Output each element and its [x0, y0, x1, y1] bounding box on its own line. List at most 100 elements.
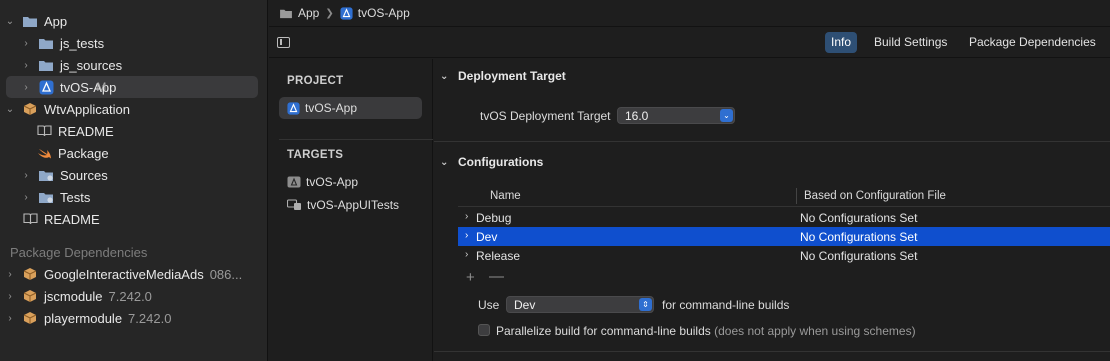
table-row[interactable]: › Debug No Configurations Set	[458, 208, 1110, 227]
tab-package-dependencies[interactable]: Package Dependencies	[963, 32, 1102, 53]
dependency-playermodule[interactable]: › playermodule 7.242.0	[0, 307, 268, 329]
chevron-right-icon[interactable]: ›	[465, 211, 468, 222]
parallelize-text: Parallelize build for command-line build…	[496, 324, 711, 338]
nav-item-readme-root[interactable]: README	[0, 208, 268, 230]
nav-item-tests[interactable]: › Tests	[0, 186, 268, 208]
folder-icon	[38, 36, 54, 50]
tv-app-icon	[287, 176, 301, 188]
target-label: tvOS-AppUITests	[307, 198, 400, 212]
table-row[interactable]: › Dev No Configurations Set	[458, 227, 1110, 246]
dependency-label: jscmodule	[44, 288, 103, 304]
chevron-down-icon[interactable]: ⌄	[440, 157, 448, 168]
nav-item-label: Package	[58, 145, 109, 161]
chevron-right-icon[interactable]: ›	[20, 82, 32, 93]
nav-item-label: README	[58, 123, 114, 139]
sidebar-toggle-icon[interactable]	[277, 37, 290, 48]
chevron-right-icon: ❯	[325, 7, 334, 19]
use-label: Use	[478, 298, 500, 312]
table-row[interactable]: › Release No Configurations Set	[458, 246, 1110, 265]
column-header-file[interactable]: Based on Configuration File	[804, 190, 946, 202]
remove-configuration-button[interactable]: —	[489, 268, 504, 285]
chevron-right-icon[interactable]: ›	[4, 291, 16, 302]
pane-divider	[279, 139, 433, 140]
nav-item-label: WtvApplication	[44, 101, 130, 117]
package-dependencies-header: Package Dependencies	[10, 245, 148, 260]
nav-item-js-tests[interactable]: › js_tests	[0, 32, 268, 54]
section-title: Deployment Target	[458, 69, 566, 83]
chevron-right-icon[interactable]: ›	[20, 192, 32, 203]
add-configuration-button[interactable]: +	[466, 269, 475, 286]
project-item[interactable]: tvOS-App	[279, 97, 422, 119]
chevron-down-icon: ⌄	[720, 109, 733, 122]
nav-item-js-sources[interactable]: › js_sources	[0, 54, 268, 76]
chevron-down-icon[interactable]: ⌄	[440, 71, 448, 82]
target-label: tvOS-App	[306, 175, 359, 189]
column-header-name[interactable]: Name	[490, 190, 521, 202]
breadcrumb: App ❯ tvOS-App	[269, 0, 1110, 27]
nav-item-sources[interactable]: › Sources	[0, 164, 268, 186]
app-target-icon	[340, 6, 353, 20]
project-header: PROJECT	[287, 75, 344, 87]
chevron-right-icon[interactable]: ›	[4, 313, 16, 324]
book-icon	[36, 124, 52, 138]
chevron-right-icon[interactable]: ›	[20, 170, 32, 181]
configurations-section[interactable]: ⌄ Configurations	[440, 155, 544, 169]
dependency-jscmodule[interactable]: › jscmodule 7.242.0	[0, 285, 268, 307]
target-tvos-appuitests[interactable]: tvOS-AppUITests	[279, 194, 422, 216]
package-icon	[22, 102, 38, 116]
config-name: Release	[476, 249, 521, 263]
chevron-right-icon[interactable]: ›	[20, 38, 32, 49]
chevron-down-icon[interactable]: ⌄	[4, 16, 16, 27]
editor-tab-bar: Info Build Settings Package Dependencies	[269, 28, 1110, 58]
nav-item-label: Tests	[60, 189, 91, 205]
nav-item-label: tvOS-App	[60, 79, 117, 95]
tab-build-settings[interactable]: Build Settings	[868, 32, 953, 53]
modified-badge: M	[96, 80, 107, 94]
deployment-target-popup[interactable]: 16.0 ⌄	[617, 107, 735, 124]
command-line-config-popup[interactable]: Dev ⇕	[506, 296, 654, 313]
nav-item-label: Sources	[60, 167, 108, 183]
folder-icon	[38, 190, 54, 204]
configurations-table-header: Name Based on Configuration File	[458, 185, 1110, 207]
package-icon	[22, 267, 38, 281]
deployment-target-section[interactable]: ⌄ Deployment Target	[440, 69, 566, 83]
project-item-label: tvOS-App	[305, 101, 358, 115]
section-title: Configurations	[458, 155, 544, 169]
deployment-target-value: 16.0	[625, 109, 649, 123]
nav-item-label: js_tests	[60, 35, 105, 51]
nav-item-wtvapplication[interactable]: ⌄ WtvApplication	[0, 98, 268, 120]
chevron-down-icon[interactable]: ⌄	[4, 104, 16, 115]
tab-info[interactable]: Info	[825, 32, 858, 53]
book-icon	[22, 212, 38, 226]
chevron-right-icon[interactable]: ›	[20, 60, 32, 71]
targets-header: TARGETS	[287, 149, 344, 161]
parallelize-checkbox[interactable]	[478, 324, 490, 336]
nav-item-app[interactable]: ⌄ App	[0, 10, 268, 32]
nav-item-readme[interactable]: README	[0, 120, 268, 142]
config-name: Debug	[476, 211, 512, 225]
package-icon	[22, 311, 38, 325]
package-icon	[22, 289, 38, 303]
breadcrumb-root[interactable]: App	[298, 6, 319, 20]
folder-icon	[279, 8, 293, 19]
project-targets-pane: PROJECT tvOS-App TARGETS tvOS-App tvOS-A…	[269, 59, 433, 361]
dependency-google-ima[interactable]: › GoogleInteractiveMediaAds 086...	[0, 263, 268, 285]
chevron-right-icon[interactable]: ›	[4, 269, 16, 280]
app-target-icon	[38, 80, 54, 94]
chevron-right-icon[interactable]: ›	[465, 249, 468, 260]
config-file: No Configurations Set	[800, 211, 918, 225]
folder-icon	[38, 58, 54, 72]
dependency-label: GoogleInteractiveMediaAds	[44, 266, 204, 282]
target-tvos-app[interactable]: tvOS-App	[279, 171, 422, 193]
breadcrumb-current[interactable]: tvOS-App	[358, 6, 410, 20]
config-name: Dev	[476, 230, 498, 244]
project-editor: App ❯ tvOS-App Info Build Settings Packa…	[269, 0, 1110, 361]
nav-item-package[interactable]: Package	[0, 142, 268, 164]
command-line-config-value: Dev	[514, 298, 536, 312]
app-target-icon	[287, 101, 300, 115]
section-divider	[434, 351, 1110, 352]
chevron-right-icon[interactable]: ›	[465, 230, 468, 241]
nav-item-tvos-app[interactable]: › tvOS-App M	[0, 76, 268, 98]
ui-test-icon	[287, 199, 302, 211]
config-file: No Configurations Set	[800, 249, 918, 263]
